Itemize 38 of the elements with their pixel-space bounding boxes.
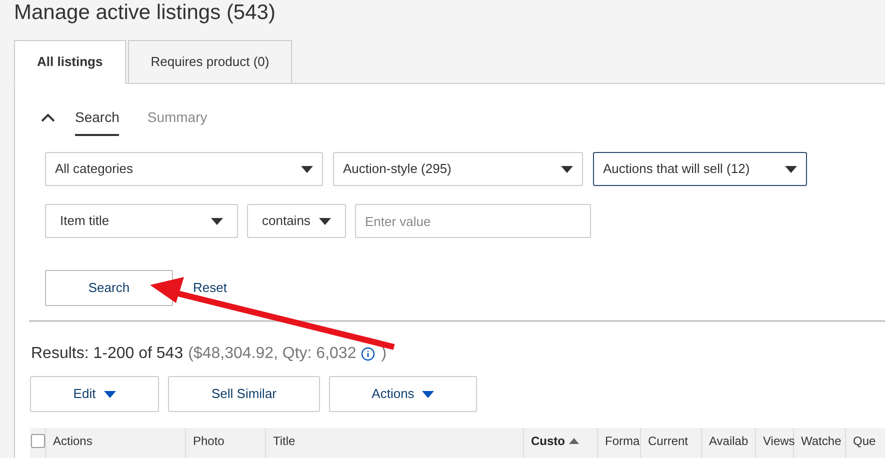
filter-dropdown[interactable]: Auctions that will sell (12) bbox=[593, 152, 807, 186]
filter-dropdown[interactable]: Auction-style (295) bbox=[333, 152, 583, 186]
filter-dropdown[interactable]: All categories bbox=[45, 152, 323, 186]
column-header[interactable]: Photo bbox=[186, 428, 266, 458]
value-field[interactable]: Enter value bbox=[355, 204, 591, 238]
column-header[interactable]: Custo bbox=[524, 428, 598, 458]
column-header[interactable]: Actions bbox=[46, 428, 186, 458]
operator-dropdown[interactable]: contains bbox=[247, 204, 346, 238]
action-button[interactable]: Actions bbox=[329, 376, 477, 412]
info-icon[interactable] bbox=[361, 347, 376, 361]
caret-icon bbox=[785, 166, 797, 172]
results-closing: ) bbox=[381, 344, 387, 364]
action-button[interactable]: Edit bbox=[30, 376, 159, 412]
caret-icon bbox=[301, 166, 313, 172]
chevron-icon[interactable] bbox=[41, 113, 55, 122]
column-header[interactable]: Que bbox=[846, 428, 885, 458]
results-summary: Results: 1-200 of 543 bbox=[31, 344, 184, 364]
select-all-checkbox[interactable] bbox=[30, 434, 44, 448]
column-header[interactable]: Availab bbox=[702, 428, 756, 458]
results-totals: ($48,304.92, Qty: 6,032 bbox=[188, 344, 356, 364]
reset-link[interactable]: Reset bbox=[193, 278, 227, 298]
column-header[interactable]: Watche bbox=[794, 428, 846, 458]
page-title: Manage active listings (543) bbox=[14, 0, 276, 26]
subtab[interactable]: Summary bbox=[147, 107, 208, 136]
caret-icon bbox=[561, 166, 573, 172]
column-header[interactable]: Title bbox=[266, 428, 524, 458]
subtab[interactable]: Search bbox=[75, 107, 120, 136]
caret-icon bbox=[211, 218, 223, 224]
column-header[interactable]: Current bbox=[641, 428, 702, 458]
tab[interactable]: All listings bbox=[14, 40, 126, 84]
sort-arrow-icon bbox=[569, 438, 579, 444]
action-button[interactable]: Sell Similar bbox=[168, 376, 320, 412]
column-header[interactable]: Views bbox=[756, 428, 794, 458]
caret-icon bbox=[319, 218, 331, 224]
tab[interactable]: Requires product (0) bbox=[128, 40, 292, 84]
field-dropdown[interactable]: Item title bbox=[45, 204, 238, 238]
search-button[interactable]: Search bbox=[45, 270, 173, 306]
column-header[interactable]: Forma bbox=[598, 428, 641, 458]
